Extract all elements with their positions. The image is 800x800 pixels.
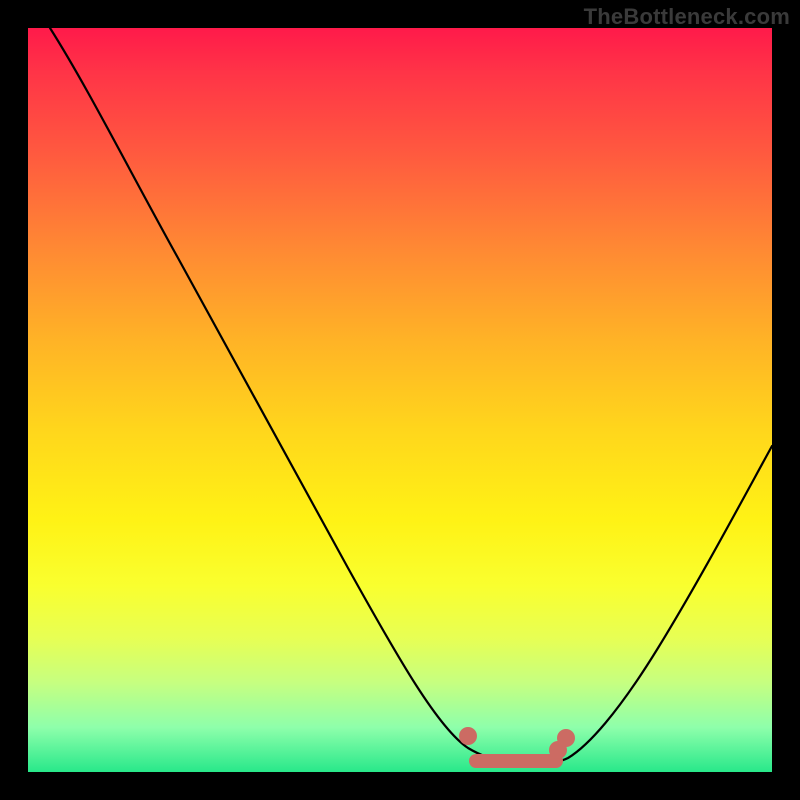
marker-dot-left (459, 727, 477, 745)
watermark-text: TheBottleneck.com (584, 4, 790, 30)
chart-plot-area (28, 28, 772, 772)
marker-dot-right-2 (557, 729, 575, 747)
bottleneck-curve (50, 28, 772, 764)
chart-svg (28, 28, 772, 772)
